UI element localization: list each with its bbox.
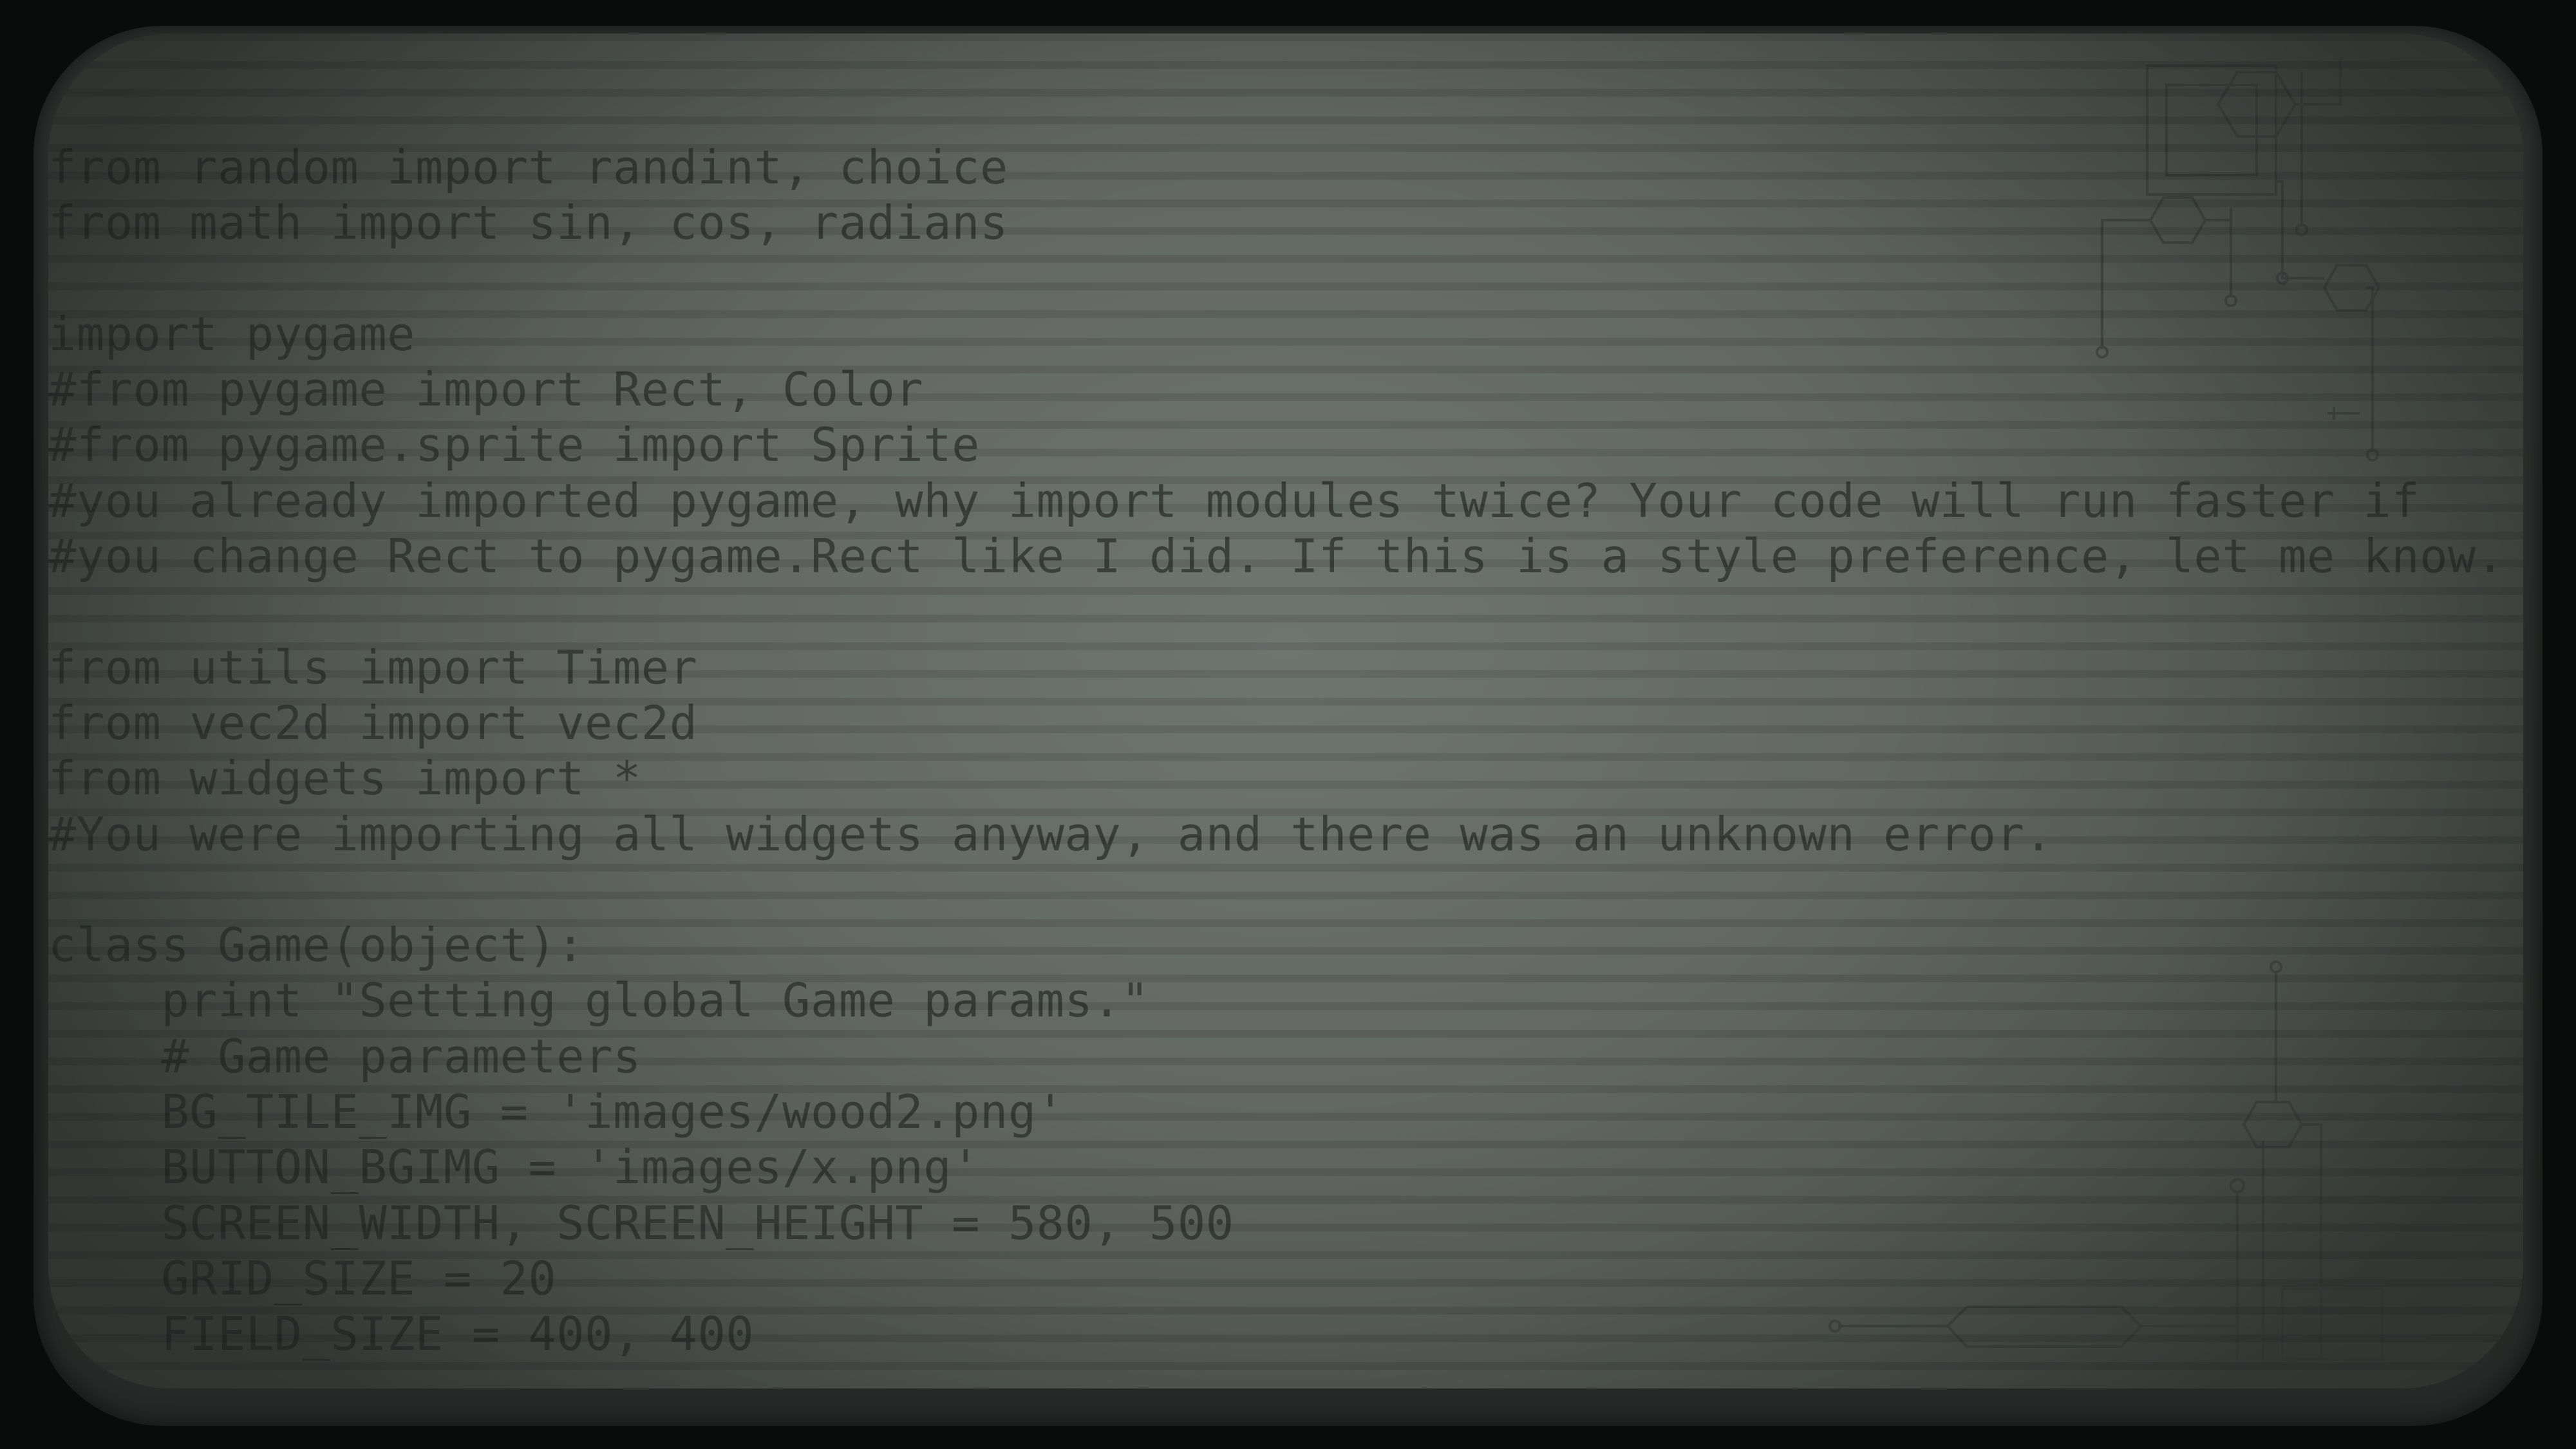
code-line: #from pygame.sprite import Sprite: [48, 418, 980, 472]
code-line: BUTTON_BGIMG = 'images/x.png': [48, 1140, 980, 1195]
code-line: print "Setting global Game params.": [48, 973, 1150, 1028]
code-listing: from random import randint, choice from m…: [48, 140, 2505, 1362]
code-line: GRID_SIZE = 20: [48, 1251, 557, 1305]
code-line: class Game(object):: [48, 918, 585, 973]
circuit-hexagon: [2216, 71, 2297, 138]
code-line: from widgets import *: [48, 751, 641, 806]
code-line: # Game parameters: [48, 1029, 641, 1083]
code-line: from vec2d import vec2d: [48, 695, 698, 750]
code-line: FIELD_SIZE = 400, 400: [48, 1307, 755, 1361]
code-line: BG_TILE_IMG = 'images/wood2.png': [48, 1085, 1065, 1139]
code-line: #you already imported pygame, why import…: [48, 473, 2420, 528]
code-line: import pygame: [48, 306, 416, 361]
code-line: #You were importing all widgets anyway, …: [48, 807, 2053, 861]
code-line: SCREEN_WIDTH, SCREEN_HEIGHT = 580, 500: [48, 1195, 1234, 1250]
code-line: from random import randint, choice: [48, 140, 1008, 194]
code-line: #from pygame import Rect, Color: [48, 362, 924, 417]
code-line: from math import sin, cos, radians: [48, 196, 1008, 250]
code-line: from utils import Timer: [48, 640, 698, 695]
code-line: #you change Rect to pygame.Rect like I d…: [48, 529, 2505, 584]
crt-screen: from random import randint, choice from m…: [48, 33, 2523, 1388]
